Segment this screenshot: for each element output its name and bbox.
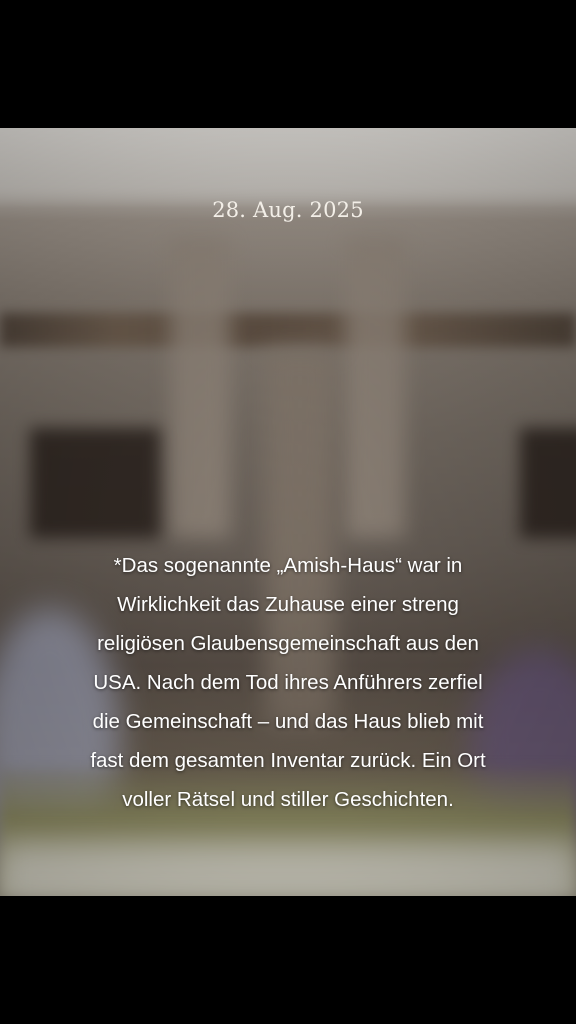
caption-line: die Gemeinschaft – und das Haus blieb mi…: [92, 710, 484, 733]
caption-line: voller Rätsel und stiller Geschichten.: [122, 788, 454, 811]
post-caption: *Das sogenannte „Amish-Haus“ war in Wirk…: [28, 546, 548, 819]
letterbox-top: [0, 0, 576, 128]
caption-line: Wirklichkeit das Zuhause einer streng: [117, 593, 459, 616]
caption-line: religiösen Glaubensgemeinschaft aus den: [97, 632, 479, 655]
caption-line: fast dem gesamten Inventar zurück. Ein O…: [90, 749, 486, 772]
post-date: 28. Aug. 2025: [212, 198, 364, 222]
caption-line: *Das sogenannte „Amish-Haus“ war in: [113, 554, 463, 577]
caption-line: USA. Nach dem Tod ihres Anführers zerfie…: [93, 671, 483, 694]
letterbox-bottom: [0, 896, 576, 1024]
